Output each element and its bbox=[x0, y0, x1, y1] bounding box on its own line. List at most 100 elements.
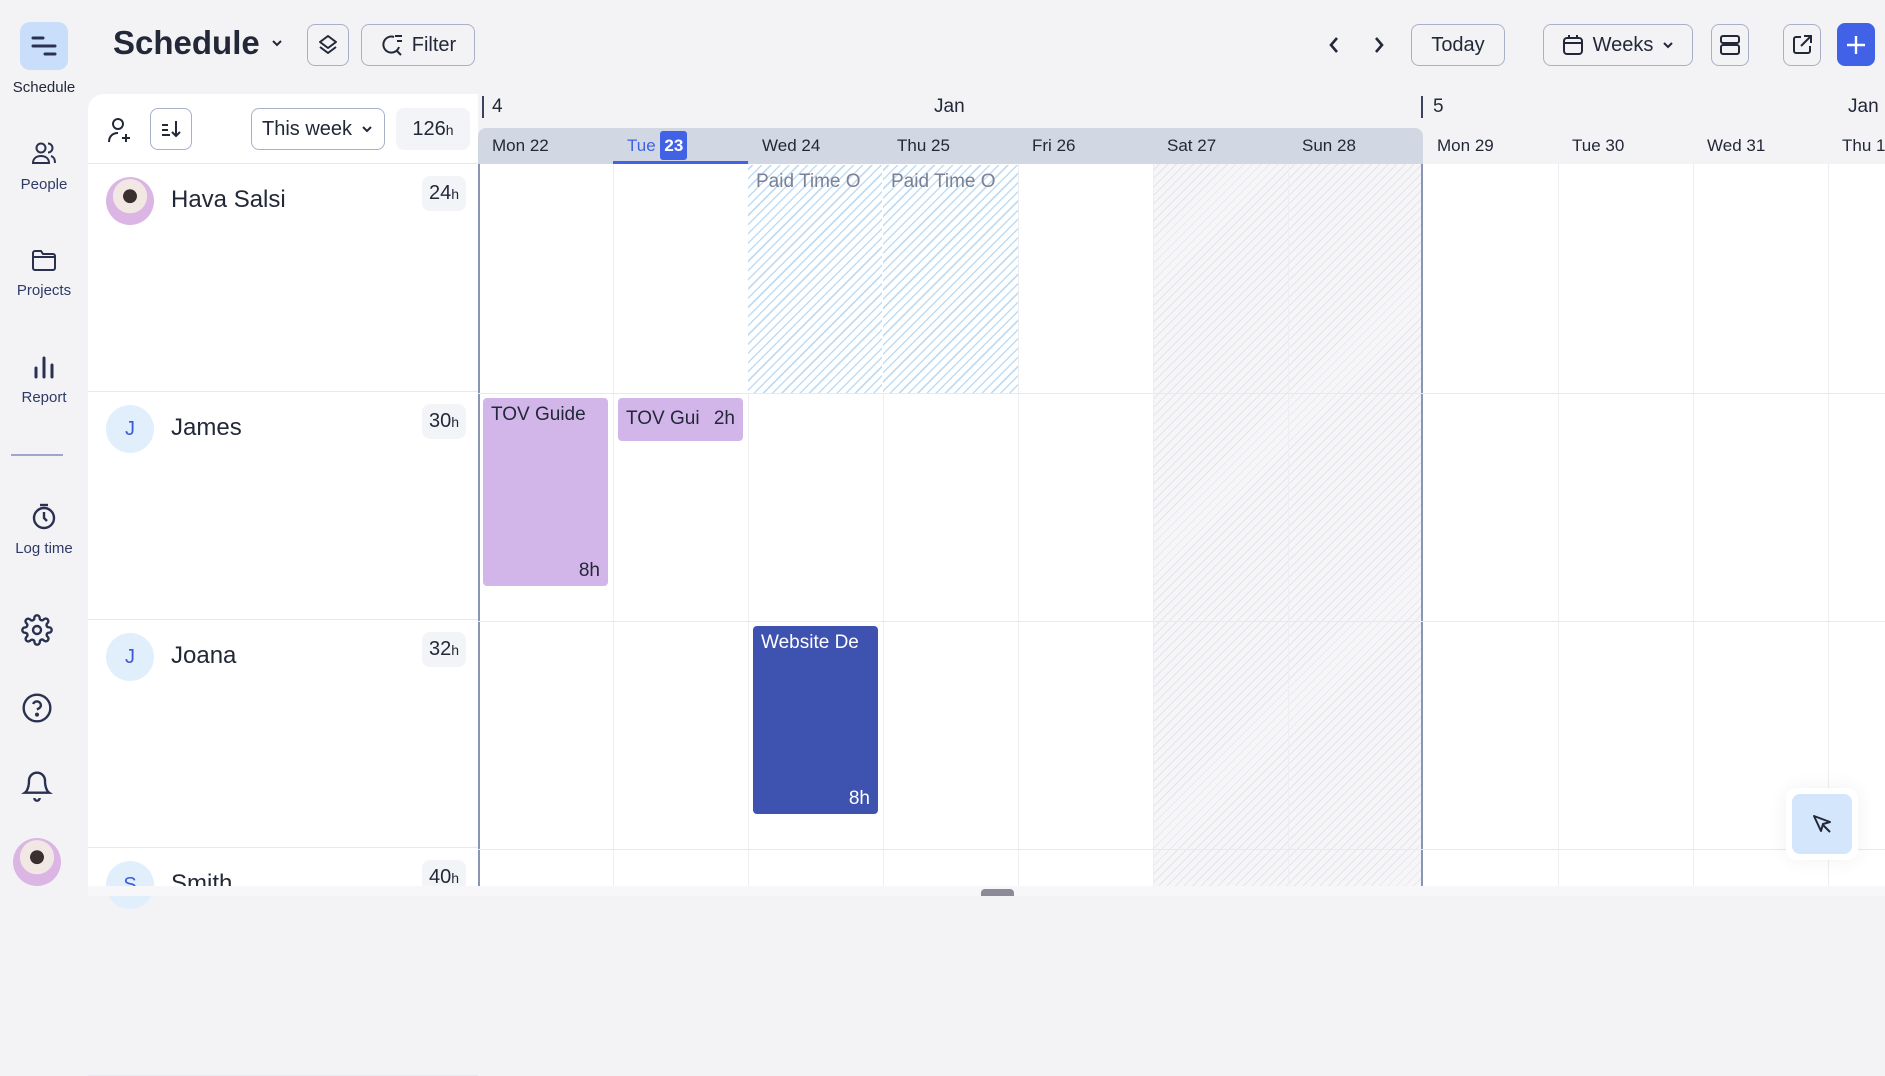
today-badge: 23 bbox=[660, 131, 688, 160]
select-tool-button[interactable] bbox=[1786, 788, 1858, 860]
avatar[interactable] bbox=[13, 838, 61, 886]
sidebar-divider bbox=[11, 454, 63, 456]
time-off-block[interactable]: Paid Time O bbox=[883, 165, 1018, 393]
person-row[interactable]: S Smith 40h bbox=[88, 848, 478, 1076]
day-header[interactable]: Tue 30 bbox=[1558, 128, 1693, 164]
week-number: 5 bbox=[1421, 96, 1444, 118]
range-dropdown[interactable]: This week bbox=[251, 108, 385, 150]
sidebar-item-report[interactable]: Report bbox=[0, 355, 88, 406]
layout-toggle-button[interactable] bbox=[1711, 24, 1749, 66]
person-hours: 24h bbox=[421, 176, 466, 211]
day-weekday: Sat bbox=[1167, 136, 1193, 155]
week-number: 4 bbox=[482, 96, 503, 118]
week-month: Jan bbox=[1848, 96, 1879, 117]
search-filter-icon bbox=[382, 35, 402, 56]
layers-icon bbox=[319, 35, 337, 54]
sidebar-item-label: Report bbox=[21, 389, 67, 406]
day-weekday: Fri bbox=[1032, 136, 1052, 155]
day-header[interactable]: Tue 23 bbox=[613, 128, 748, 164]
day-header[interactable]: Mon 29 bbox=[1423, 128, 1558, 164]
stopwatch-icon bbox=[32, 503, 56, 530]
day-weekday: Sun bbox=[1302, 136, 1333, 155]
time-off-block[interactable]: Paid Time O bbox=[748, 165, 882, 393]
day-date: 29 bbox=[1474, 136, 1494, 155]
grid-column-line bbox=[1693, 164, 1694, 886]
gear-icon[interactable] bbox=[21, 614, 53, 646]
day-date: 27 bbox=[1197, 136, 1217, 155]
people-panel: This week 126h Hava Salsi 24h J James 30h J Jo… bbox=[88, 94, 478, 1076]
chevron-down-icon bbox=[362, 126, 372, 133]
person-hours: 30h bbox=[421, 404, 466, 439]
chevron-down-icon bbox=[272, 40, 282, 47]
bell-icon[interactable] bbox=[21, 770, 53, 802]
add-person-icon[interactable] bbox=[106, 116, 134, 144]
day-date: 28 bbox=[1336, 136, 1356, 155]
bar-chart-icon bbox=[34, 356, 54, 379]
day-header[interactable]: Sat 27 bbox=[1153, 128, 1288, 164]
today-button[interactable]: Today bbox=[1411, 24, 1505, 66]
sidebar-item-schedule[interactable]: Schedule bbox=[0, 22, 88, 96]
hours-value: 32 bbox=[428, 638, 452, 660]
sidebar-item-people[interactable]: People bbox=[0, 140, 88, 193]
grid-column-line bbox=[1558, 164, 1559, 886]
day-date: 1 bbox=[1876, 136, 1885, 155]
plus-icon bbox=[1847, 35, 1865, 54]
grid-column-line bbox=[1288, 164, 1289, 886]
hours-unit: h bbox=[445, 122, 454, 138]
person-row[interactable]: J Joana 32h bbox=[88, 620, 478, 848]
day-header[interactable]: Wed 24 bbox=[748, 128, 883, 164]
panel-toolbar: This week 126h bbox=[88, 94, 478, 164]
person-hours: 32h bbox=[421, 632, 466, 667]
event-block[interactable]: TOV Guide 8h bbox=[483, 398, 608, 586]
event-title: TOV Guide bbox=[491, 404, 586, 425]
person-row[interactable]: Hava Salsi 24h bbox=[88, 164, 478, 392]
total-hours-value: 126 bbox=[412, 118, 446, 140]
grid-column-line bbox=[613, 164, 614, 886]
day-weekday: Thu bbox=[897, 136, 927, 155]
day-date: 22 bbox=[529, 136, 549, 155]
day-weekday: Mon bbox=[492, 136, 526, 155]
day-header[interactable]: Sun 28 bbox=[1288, 128, 1423, 164]
hours-value: 30 bbox=[428, 410, 452, 432]
next-arrow-icon[interactable] bbox=[1370, 34, 1388, 56]
page-title: Schedule bbox=[113, 24, 260, 61]
sidebar-item-label: Schedule bbox=[12, 79, 76, 96]
sort-button[interactable] bbox=[150, 108, 192, 150]
person-name: James bbox=[171, 414, 242, 441]
day-date: 30 bbox=[1605, 136, 1625, 155]
prev-arrow-icon[interactable] bbox=[1325, 34, 1343, 56]
day-header[interactable]: Thu 25 bbox=[883, 128, 1018, 164]
day-date: 31 bbox=[1746, 136, 1766, 155]
hours-unit: h bbox=[451, 186, 459, 202]
day-header[interactable]: Thu 1 bbox=[1828, 128, 1885, 164]
add-button[interactable] bbox=[1837, 23, 1875, 66]
avatar: J bbox=[106, 633, 154, 681]
scrollbar-thumb[interactable] bbox=[981, 889, 1014, 896]
help-icon[interactable] bbox=[21, 692, 53, 724]
day-header[interactable]: Fri 26 bbox=[1018, 128, 1153, 164]
day-weekday: Thu bbox=[1842, 136, 1872, 155]
folder-icon bbox=[32, 250, 56, 271]
view-mode-dropdown[interactable]: Weeks bbox=[1543, 24, 1693, 66]
time-off-label: Paid Time O bbox=[756, 171, 861, 192]
event-hours: 2h bbox=[713, 408, 735, 429]
sidebar-item-projects[interactable]: Projects bbox=[0, 248, 88, 299]
event-block[interactable]: Website De 8h bbox=[753, 626, 878, 814]
event-block[interactable]: TOV Gui 2h bbox=[618, 398, 743, 441]
sidebar-item-label: People bbox=[20, 176, 68, 193]
sidebar-item-log-time[interactable]: Log time bbox=[0, 502, 88, 557]
sort-icon bbox=[162, 121, 181, 138]
layers-button[interactable] bbox=[307, 24, 349, 66]
grid-row-line bbox=[478, 393, 1885, 394]
day-date: 24 bbox=[801, 136, 821, 155]
day-weekday: Tue bbox=[1572, 136, 1601, 155]
export-button[interactable] bbox=[1783, 24, 1821, 66]
range-label: This week bbox=[261, 117, 353, 140]
day-header[interactable]: Wed 31 bbox=[1693, 128, 1828, 164]
person-row[interactable]: J James 30h bbox=[88, 392, 478, 620]
sidebar-item-label: Log time bbox=[15, 540, 73, 557]
filter-button[interactable]: Filter bbox=[361, 24, 475, 66]
schedule-view-dropdown[interactable]: Schedule bbox=[113, 24, 284, 62]
grid-column-line bbox=[1018, 164, 1019, 886]
day-header[interactable]: Mon 22 bbox=[478, 128, 613, 164]
